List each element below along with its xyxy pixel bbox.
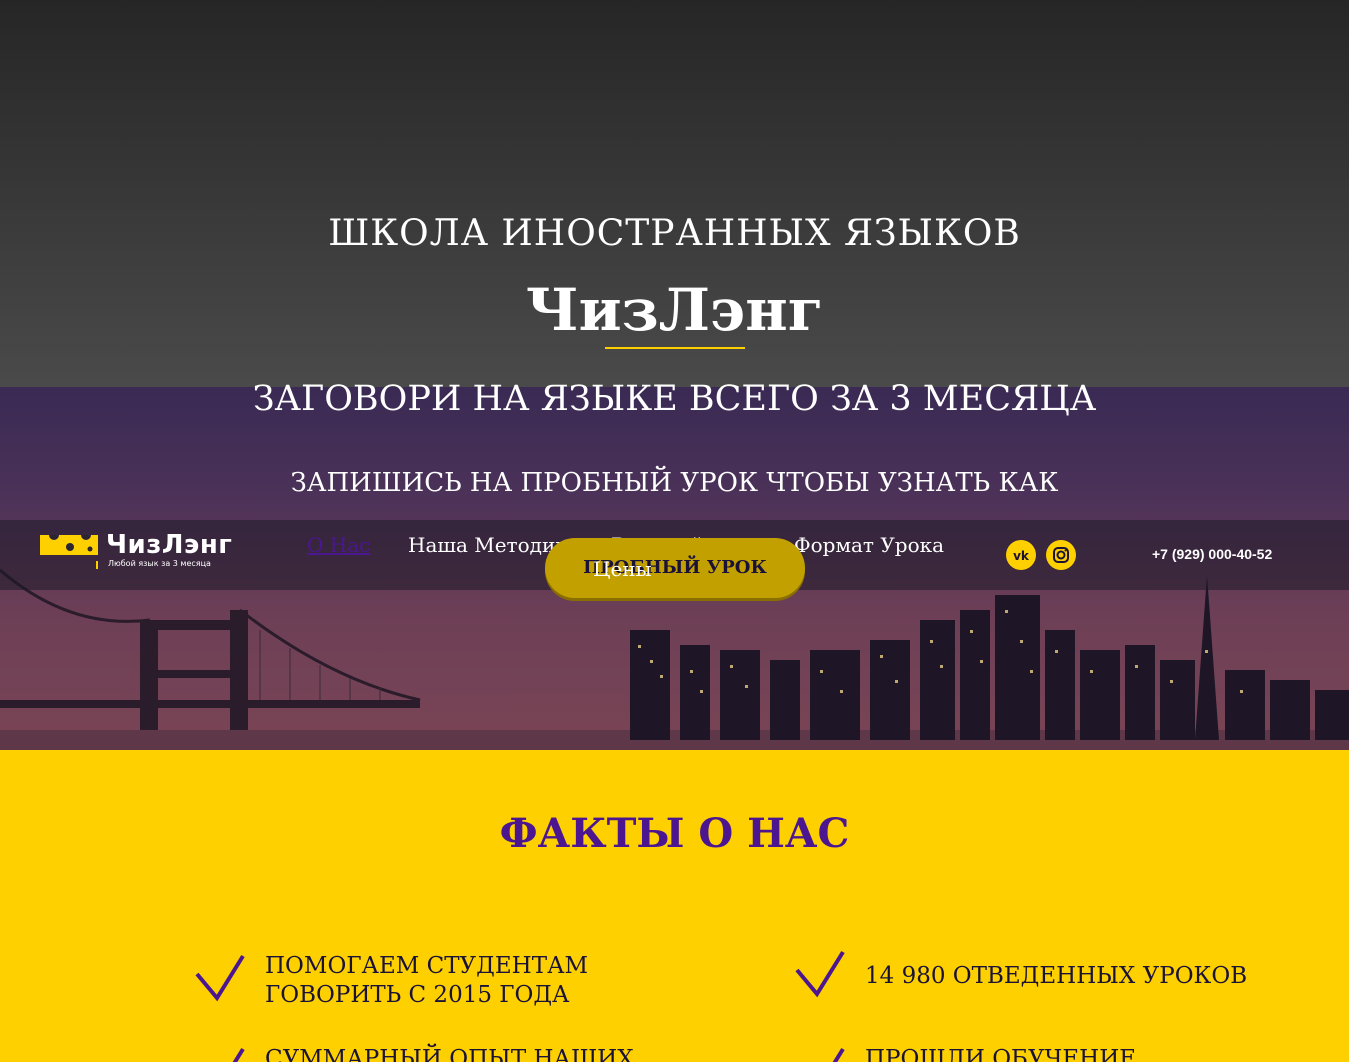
- nav-link-about[interactable]: О Нас: [307, 533, 370, 557]
- hero-subtitle: ШКОЛА ИНОСТРАННЫХ ЯЗЫКОВ: [328, 213, 1021, 254]
- nav-link-lesson-format[interactable]: Формат Урока: [794, 533, 944, 557]
- hero-section: ШКОЛА ИНОСТРАННЫХ ЯЗЫКОВ ЧизЛэнг ЗАГОВОР…: [0, 0, 1349, 750]
- checkmark-icon: [832, 1047, 845, 1062]
- fact-item: ПОМОГАЕМ СТУДЕНТАМ ГОВОРИТЬ С 2015 ГОДА: [265, 952, 588, 1010]
- checkmark-icon: [795, 950, 845, 998]
- hero-title: ЧизЛэнг: [525, 276, 824, 344]
- vk-icon[interactable]: vk: [1006, 540, 1036, 570]
- checkmark-icon: [195, 954, 245, 1002]
- nav-link-prices[interactable]: Цены: [593, 557, 652, 581]
- cheese-logo-icon: [40, 535, 98, 555]
- hero-slogan: ЗАГОВОРИ НА ЯЗЫКЕ ВСЕГО ЗА 3 МЕСЯЦА: [252, 379, 1097, 419]
- svg-text:vk: vk: [1013, 549, 1030, 563]
- fact-item: ПРОШЛИ ОБУЧЕНИЕ: [865, 1046, 1137, 1062]
- fact-line: ПОМОГАЕМ СТУДЕНТАМ: [265, 953, 589, 979]
- fact-line: ГОВОРИТЬ С 2015 ГОДА: [265, 982, 570, 1008]
- fact-item: СУММАРНЫЙ ОПЫТ НАШИХ: [265, 1046, 634, 1062]
- logo-tagline: Любой язык за 3 месяца: [108, 559, 211, 568]
- trial-lesson-button[interactable]: ПРОБНЫЙ УРОК: [545, 538, 805, 598]
- hero-cta-text: ЗАПИШИСЬ НА ПРОБНЫЙ УРОК ЧТОБЫ УЗНАТЬ КА…: [290, 468, 1059, 498]
- logo[interactable]: ЧизЛэнг Любой язык за 3 месяца: [40, 530, 240, 573]
- logo-tag-bar: [96, 561, 98, 569]
- facts-title: ФАКТЫ О НАС: [499, 810, 850, 857]
- instagram-icon[interactable]: [1046, 540, 1076, 570]
- checkmark-icon: [232, 1047, 245, 1062]
- fact-item: 14 980 ОТВЕДЕННЫХ УРОКОВ: [865, 963, 1248, 989]
- logo-text: ЧизЛэнг: [106, 530, 233, 560]
- phone-number[interactable]: +7 (929) 000-40-52: [1152, 546, 1272, 562]
- hero-title-underline: [605, 347, 745, 349]
